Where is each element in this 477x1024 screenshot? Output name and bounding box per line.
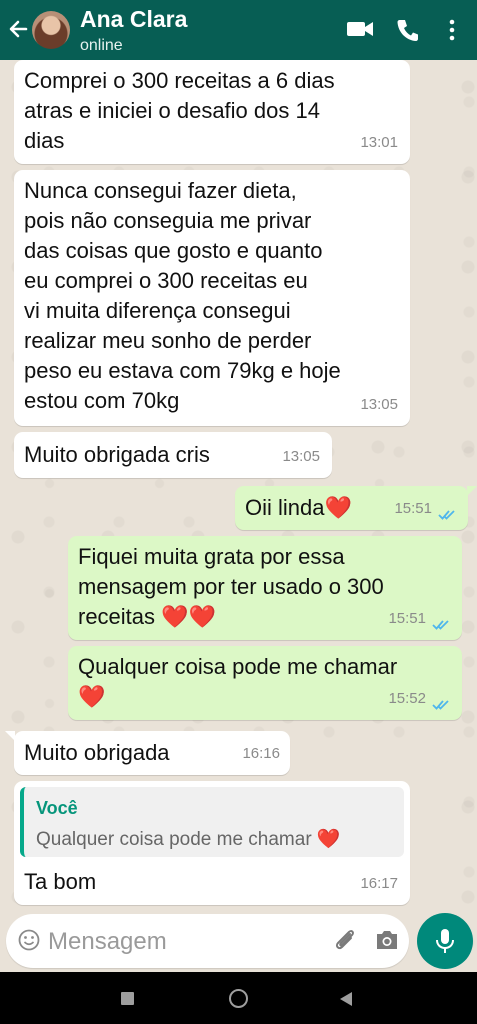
message-time: 13:01 xyxy=(360,134,398,151)
message-text: Qualquer coisa pode me chamar ❤️ xyxy=(78,654,398,709)
message-composer xyxy=(6,914,409,968)
quoted-author: Você xyxy=(36,798,78,818)
message-time: 13:05 xyxy=(282,448,320,465)
message-input[interactable] xyxy=(46,922,330,962)
message-time: 15:51 xyxy=(388,610,426,627)
quoted-text: Qualquer coisa pode me chamar ❤️ xyxy=(36,829,341,850)
message-bubble-incoming[interactable]: Muito obrigada cris 13:05 xyxy=(14,432,332,478)
message-time: 16:16 xyxy=(242,745,280,762)
contact-name[interactable]: Ana Clara xyxy=(80,6,187,33)
message-text: Fiquei muita grata por essa mensagem por… xyxy=(78,544,384,629)
system-navigation-bar xyxy=(0,972,477,1024)
read-ticks-icon xyxy=(432,620,449,630)
message-time: 13:05 xyxy=(360,396,398,413)
message-bubble-incoming[interactable]: Nunca consegui fazer dieta, pois não con… xyxy=(14,170,410,426)
message-text: Comprei o 300 receitas a 6 dias atras e … xyxy=(24,68,335,153)
phone-icon[interactable] xyxy=(396,18,418,47)
message-bubble-incoming[interactable]: Muito obrigada 16:16 xyxy=(5,731,290,775)
read-ticks-icon xyxy=(438,510,455,520)
emoji-icon[interactable] xyxy=(18,929,40,956)
message-bubble-outgoing[interactable]: Oii linda❤️ 15:51 xyxy=(235,486,477,530)
bubble-tail xyxy=(5,731,15,741)
message-text: Muito obrigada cris xyxy=(24,442,210,467)
mic-button[interactable] xyxy=(417,913,473,969)
avatar[interactable] xyxy=(32,11,70,49)
message-bubble-incoming[interactable]: Comprei o 300 receitas a 6 dias atras e … xyxy=(14,60,410,164)
read-ticks-icon xyxy=(432,700,449,710)
message-text: Oii linda❤️ xyxy=(245,495,352,520)
message-text: Ta bom xyxy=(24,869,97,894)
message-bubble-outgoing[interactable]: Fiquei muita grata por essa mensagem por… xyxy=(68,536,462,640)
message-bubble-outgoing[interactable]: Qualquer coisa pode me chamar ❤️ 15:52 xyxy=(68,646,462,720)
message-time: 16:17 xyxy=(360,875,398,892)
attach-icon[interactable] xyxy=(332,927,358,958)
contact-status: online xyxy=(80,37,123,54)
more-vert-icon[interactable] xyxy=(448,19,456,46)
message-text: Muito obrigada xyxy=(24,740,170,765)
message-text: Nunca consegui fazer dieta, pois não con… xyxy=(24,178,341,413)
message-bubble-incoming[interactable]: Você Qualquer coisa pode me chamar ❤️ Ta… xyxy=(14,781,410,905)
recents-button[interactable] xyxy=(121,992,134,1005)
home-button[interactable] xyxy=(229,989,248,1008)
message-time: 15:52 xyxy=(388,690,426,707)
mic-icon xyxy=(436,929,454,953)
quoted-message[interactable]: Você Qualquer coisa pode me chamar ❤️ xyxy=(20,787,404,857)
video-call-icon[interactable] xyxy=(346,17,374,46)
chat-header: Ana Clara online xyxy=(0,0,477,60)
back-arrow-icon[interactable] xyxy=(6,14,30,44)
message-time: 15:51 xyxy=(394,500,432,517)
camera-icon[interactable] xyxy=(374,928,400,957)
bubble-tail xyxy=(467,486,477,496)
back-button[interactable] xyxy=(339,991,353,1012)
